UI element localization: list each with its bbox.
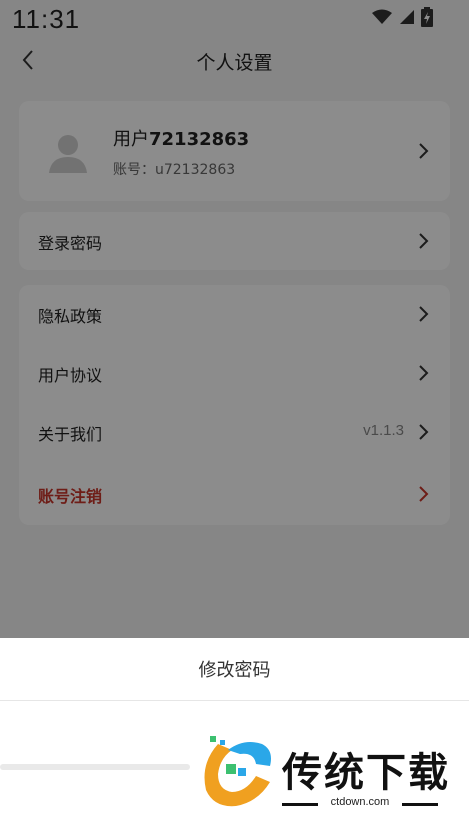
sheet-title: 修改密码 (198, 660, 271, 681)
modal-overlay[interactable] (0, 0, 469, 640)
sheet-divider (0, 700, 469, 701)
watermark-url: ctdown.com (330, 796, 390, 808)
watermark-logo-icon (204, 736, 271, 807)
password-input[interactable] (0, 764, 190, 770)
watermark-text: 传统下载 (282, 750, 450, 796)
watermark: 传统下载 ctdown.com (196, 736, 456, 816)
